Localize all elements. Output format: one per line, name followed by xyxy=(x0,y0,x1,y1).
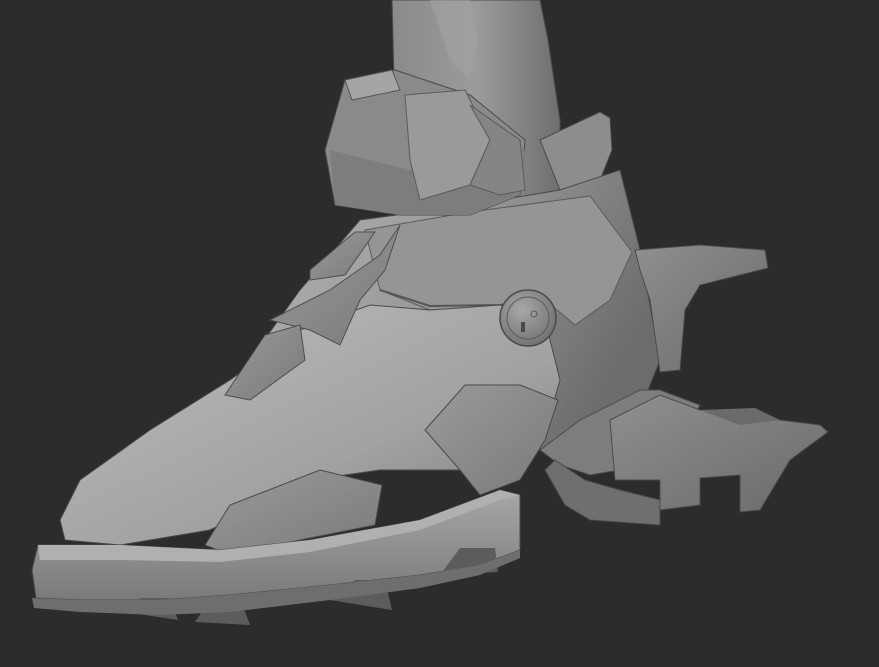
sculpt-viewport[interactable] xyxy=(0,0,879,667)
side-dial xyxy=(499,289,557,347)
boot-render xyxy=(31,0,829,625)
